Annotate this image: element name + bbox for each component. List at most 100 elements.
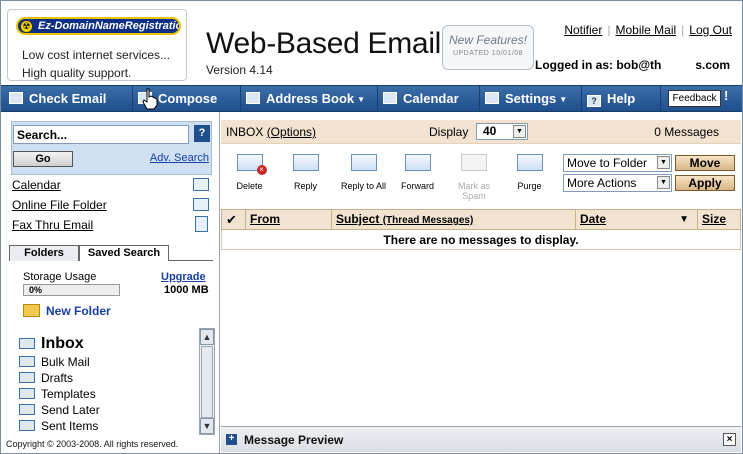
reply-all-label: Reply to All	[340, 181, 387, 191]
message-pane: INBOX (Options) Display 40 ▼ 0 Messages ×…	[221, 112, 742, 453]
folder-scrollbar[interactable]: ▲ ▼	[199, 328, 215, 435]
templates-icon	[19, 388, 35, 399]
address-book-label: Address Book	[266, 91, 355, 106]
storage-total: 1000 MB	[164, 284, 209, 296]
folder-label: Sent Items	[41, 419, 99, 433]
column-subject[interactable]: Subject (Thread Messages)	[331, 210, 575, 229]
display-count-select[interactable]: 40 ▼	[476, 123, 528, 140]
message-preview-label: Message Preview	[244, 433, 344, 447]
radiation-logo-icon: ☢	[20, 20, 33, 33]
folder-bulk-mail[interactable]: Bulk Mail	[19, 354, 197, 370]
mark-as-spam-button[interactable]: Mark as Spam	[446, 154, 501, 201]
folder-header: INBOX (Options) Display 40 ▼ 0 Messages	[221, 120, 741, 144]
search-go-button[interactable]: Go	[13, 151, 73, 167]
purge-label: Purge	[517, 181, 542, 191]
brand-logo[interactable]: ☢ Ez-DomainNameRegistration	[16, 17, 181, 35]
forward-button[interactable]: Forward	[390, 154, 445, 191]
column-size[interactable]: Size	[697, 210, 741, 229]
folder-send-later[interactable]: Send Later	[19, 402, 197, 418]
apply-button[interactable]: Apply	[675, 175, 735, 191]
calendar-grid-icon[interactable]	[193, 178, 209, 191]
logged-in-status: Logged in as: bob@th s.com	[535, 58, 730, 72]
search-panel: ? Go Adv. Search	[11, 121, 212, 175]
fax-document-icon[interactable]	[195, 216, 208, 232]
link-separator: |	[681, 23, 685, 37]
date-label: Date	[580, 212, 607, 226]
feedback-button[interactable]: Feedback	[668, 90, 721, 107]
app-title: Web-Based Email	[206, 27, 442, 60]
folder-sent-items[interactable]: Sent Items	[19, 418, 197, 434]
reply-all-icon	[350, 154, 377, 171]
logout-link[interactable]: Log Out	[689, 23, 732, 37]
search-input[interactable]	[13, 125, 189, 144]
logo-box: ☢ Ez-DomainNameRegistration Low cost int…	[7, 9, 187, 81]
hand-cursor-icon	[142, 88, 158, 110]
thread-messages-link[interactable]: (Thread Messages)	[383, 215, 474, 226]
move-button[interactable]: Move	[675, 155, 735, 171]
new-folder-button[interactable]: New Folder	[23, 304, 111, 318]
forward-label: Forward	[400, 181, 434, 191]
book-icon	[246, 92, 260, 104]
tab-folders[interactable]: Folders	[9, 245, 79, 261]
new-features-badge[interactable]: New Features! UPDATED 10/01/08	[442, 25, 534, 70]
select-all-checkbox[interactable]: ✔	[222, 210, 245, 229]
envelope-icon	[9, 92, 23, 104]
scroll-up-icon[interactable]: ▲	[200, 329, 214, 345]
tab-saved-search[interactable]: Saved Search	[79, 245, 169, 261]
calendar-label: Calendar	[403, 91, 459, 106]
calendar-link[interactable]: Calendar	[12, 178, 61, 192]
storage-usage-bar: 0%	[23, 284, 120, 296]
chevron-down-icon: ▼	[559, 95, 568, 104]
delete-button[interactable]: × Delete	[222, 154, 277, 191]
check-email-label: Check Email	[29, 91, 107, 106]
new-folder-icon	[23, 304, 40, 317]
email-app: ☢ Ez-DomainNameRegistration Low cost int…	[0, 0, 743, 454]
drafts-icon	[19, 372, 35, 383]
link-separator: |	[607, 23, 611, 37]
subject-label: Subject	[336, 212, 380, 226]
folder-inbox[interactable]: Inbox	[19, 334, 197, 354]
red-x-icon: ×	[256, 165, 267, 175]
folder-label: Bulk Mail	[41, 355, 90, 369]
more-actions-select[interactable]: More Actions ▼	[563, 174, 672, 192]
address-book-button[interactable]: Address Book ▼	[242, 86, 378, 111]
purge-button[interactable]: Purge	[502, 154, 557, 191]
scroll-thumb[interactable]	[201, 346, 213, 418]
search-icon[interactable]: ?	[194, 125, 210, 142]
logged-in-prefix: Logged in as: bob@th	[535, 58, 662, 72]
online-file-folder-link[interactable]: Online File Folder	[12, 198, 107, 212]
check-email-button[interactable]: Check Email	[5, 86, 133, 111]
close-icon[interactable]: ×	[723, 433, 736, 446]
scroll-down-icon[interactable]: ▼	[200, 418, 214, 434]
inbox-icon	[19, 338, 35, 349]
options-link[interactable]: (Options)	[267, 125, 316, 139]
expand-icon[interactable]: +	[226, 434, 237, 445]
settings-button[interactable]: Settings ▼	[481, 86, 582, 111]
chevron-down-icon: ▼	[657, 156, 670, 169]
sidebar: ? Go Adv. Search Calendar Online File Fo…	[1, 112, 220, 453]
settings-label: Settings	[505, 91, 557, 106]
column-date[interactable]: Date ▼	[575, 210, 697, 229]
tagline-1: Low cost internet services...	[22, 48, 171, 62]
calendar-button[interactable]: Calendar	[379, 86, 480, 111]
new-features-date: UPDATED 10/01/08	[452, 50, 524, 57]
copyright: Copyright © 2003-2008. All rights reserv…	[6, 439, 179, 449]
move-to-folder-select[interactable]: Move to Folder ▼	[563, 154, 672, 172]
message-preview-bar[interactable]: + Message Preview ×	[221, 426, 741, 452]
tagline-2: High quality support.	[22, 66, 132, 80]
reply-button[interactable]: Reply	[278, 154, 333, 191]
mobile-mail-link[interactable]: Mobile Mail	[615, 23, 676, 37]
column-from[interactable]: From	[245, 210, 331, 229]
folder-icon[interactable]	[193, 198, 209, 211]
main-toolbar: Check Email Compose Address Book ▼ Calend…	[1, 85, 742, 112]
chevron-down-icon: ▼	[513, 125, 526, 138]
help-button[interactable]: ? Help	[583, 86, 661, 111]
fax-thru-email-link[interactable]: Fax Thru Email	[12, 218, 93, 232]
notifier-link[interactable]: Notifier	[564, 23, 602, 37]
advanced-search-link[interactable]: Adv. Search	[150, 152, 209, 164]
help-label: Help	[607, 91, 636, 106]
upgrade-link[interactable]: Upgrade	[161, 271, 206, 283]
folder-templates[interactable]: Templates	[19, 386, 197, 402]
reply-all-button[interactable]: Reply to All	[335, 154, 392, 191]
folder-drafts[interactable]: Drafts	[19, 370, 197, 386]
